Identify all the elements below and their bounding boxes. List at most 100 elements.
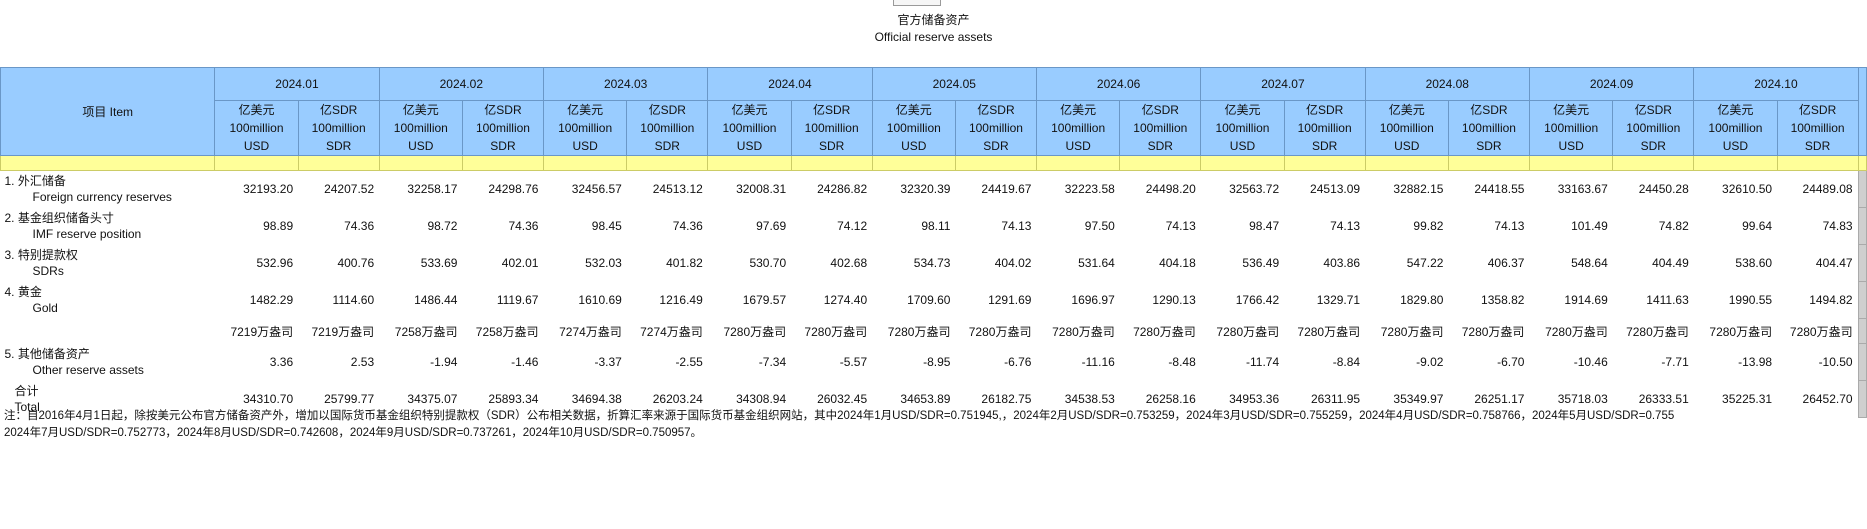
highlight-cell [1119, 155, 1202, 171]
value-cell: 1829.80 [1400, 293, 1444, 307]
row-label-zh: 3. 特别提款权 [4, 248, 78, 262]
table-edge [1857, 380, 1867, 418]
value-cell: 1216.49 [659, 293, 703, 307]
footnote-line-2: 2024年7月USD/SDR=0.752773，2024年8月USD/SDR=0… [4, 427, 703, 439]
table-row: 3. 特别提款权 SDRs 532.96 400.76 533.69 402.01 532.… [1, 244, 1867, 282]
unit-label: 100million [1461, 121, 1516, 135]
unit-label: 100million [1133, 121, 1188, 135]
unit-label: 亿SDR [1305, 103, 1344, 117]
unit-sdr-header: 亿SDR 100million SDR [461, 100, 544, 156]
value-cell: 1696.97 [1071, 293, 1115, 307]
value-cell: 74.36 [344, 219, 375, 233]
value-cell: -11.16 [1081, 355, 1115, 369]
row-label-zh: 合计 [14, 384, 39, 398]
table-row: 4. 黄金 Gold 1482.29 1114.60 1486.44 1119.67 161… [1, 281, 1867, 319]
value-cell: -11.74 [1245, 355, 1280, 369]
value-cell: -10.50 [1818, 355, 1853, 369]
value-cell: 548.64 [1571, 256, 1608, 270]
table-row: 7219万盎司 7219万盎司 7258万盎司 7258万盎司 7274万盎司 7274万… [1, 318, 1867, 344]
value-cell: 7280万盎司 [887, 324, 951, 339]
row-label-zh: 1. 外汇储备 [4, 174, 66, 189]
unit-label: 亿美元 [1060, 103, 1097, 117]
highlight-cell [214, 155, 299, 171]
unit-label: USD [1229, 139, 1256, 153]
unit-label: SDR [1804, 139, 1831, 153]
value-cell: 7280万盎司 [1461, 324, 1525, 339]
row-label: 3. 特别提款权 SDRs [1, 245, 215, 282]
unit-label: 亿美元 [731, 103, 768, 117]
value-cell: 24513.09 [1310, 182, 1361, 197]
table-edge [1857, 281, 1867, 319]
highlight-row [0, 155, 1867, 171]
value-cell: 97.50 [1084, 219, 1115, 233]
value-cell: 32258.17 [407, 182, 458, 197]
value-cell: 1766.42 [1235, 293, 1280, 307]
highlight-cell [1447, 155, 1530, 171]
value-cell: 7280万盎司 [1626, 324, 1689, 339]
unit-usd-header: 亿美元 100million USD [1528, 100, 1614, 156]
value-cell: 32320.39 [900, 182, 951, 197]
unit-label: USD [408, 139, 434, 153]
value-cell: -8.95 [923, 355, 951, 369]
period-header: 2024.10 [1693, 67, 1859, 101]
row-label-en: Other reserve assets [32, 363, 144, 377]
value-cell: 74.36 [672, 219, 703, 233]
value-cell: 1119.67 [496, 293, 539, 307]
value-cell: 1482.29 [249, 293, 294, 307]
highlight-cell [542, 155, 628, 171]
unit-label: SDR [1147, 139, 1173, 153]
value-cell: 1679.57 [742, 293, 787, 307]
value-cell: 1329.71 [1316, 293, 1361, 307]
value-cell: 401.82 [666, 256, 703, 270]
page-title-en: Official reserve assets [874, 30, 993, 44]
unit-sdr-header: 亿SDR 100million SDR [790, 100, 873, 156]
value-cell: 74.13 [1330, 219, 1361, 233]
period-header: 2024.08 [1364, 67, 1530, 101]
period-header: 2024.09 [1528, 67, 1695, 101]
value-cell: 7280万盎司 [804, 324, 868, 339]
row-label-zh: 4. 黄金 [4, 285, 42, 299]
unit-label: 100million [1708, 121, 1763, 135]
unit-label: SDR [818, 139, 845, 153]
table-edge [1857, 170, 1867, 208]
value-cell: 101.49 [1571, 219, 1608, 233]
table-edge [1857, 207, 1867, 245]
value-cell: 7274万盎司 [559, 324, 622, 339]
unit-label: 亿美元 [895, 103, 932, 117]
unit-label: 亿SDR [648, 103, 686, 117]
unit-label: 100million [1215, 121, 1270, 135]
value-cell: -6.70 [1497, 355, 1525, 369]
period-header: 2024.07 [1200, 67, 1366, 101]
unit-usd-header: 亿美元 100million USD [214, 100, 299, 156]
highlight-cell [707, 155, 792, 171]
unit-label: 100million [1379, 121, 1434, 135]
highlight-cell [378, 155, 463, 171]
value-cell: 3.36 [269, 355, 294, 369]
value-cell: -1.46 [511, 355, 539, 369]
unit-label: 亿美元 [1388, 103, 1425, 117]
unit-label: 100million [1544, 121, 1599, 135]
value-cell: 97.69 [756, 219, 787, 233]
value-cell: 1358.82 [1481, 293, 1525, 307]
unit-sdr-header: 亿SDR 100million SDR [1283, 100, 1366, 156]
highlight-cell [871, 155, 956, 171]
value-cell: 1610.69 [578, 293, 622, 307]
value-cell: -3.37 [594, 355, 622, 369]
table-row: 1. 外汇储备 Foreign currency reserves 32193.20… [1, 170, 1867, 208]
unit-label: 亿美元 [567, 103, 604, 117]
item-header: 项目 Item [0, 67, 216, 156]
unit-label: 100million [229, 121, 284, 135]
value-cell: 7280万盎司 [1709, 324, 1773, 339]
unit-label: 亿SDR [977, 103, 1015, 117]
value-cell: 24207.52 [324, 182, 375, 197]
highlight-cell [1693, 155, 1778, 171]
highlight-cell [790, 155, 873, 171]
unit-header-row: 亿美元 100million USD 亿SDR 100million SDR 亿美元 100m… [1, 100, 1867, 156]
value-cell: -9.02 [1416, 355, 1444, 369]
value-cell: 98.72 [427, 219, 458, 233]
table-row: 5. 其他储备资产 Other reserve assets 3.36 2.53 -1.… [1, 343, 1867, 381]
row-label-en: Foreign currency reserves [32, 190, 172, 205]
page-title-zh: 官方储备资产 [897, 13, 970, 27]
value-cell: 74.13 [1494, 219, 1525, 233]
value-cell: 98.11 [921, 219, 951, 233]
